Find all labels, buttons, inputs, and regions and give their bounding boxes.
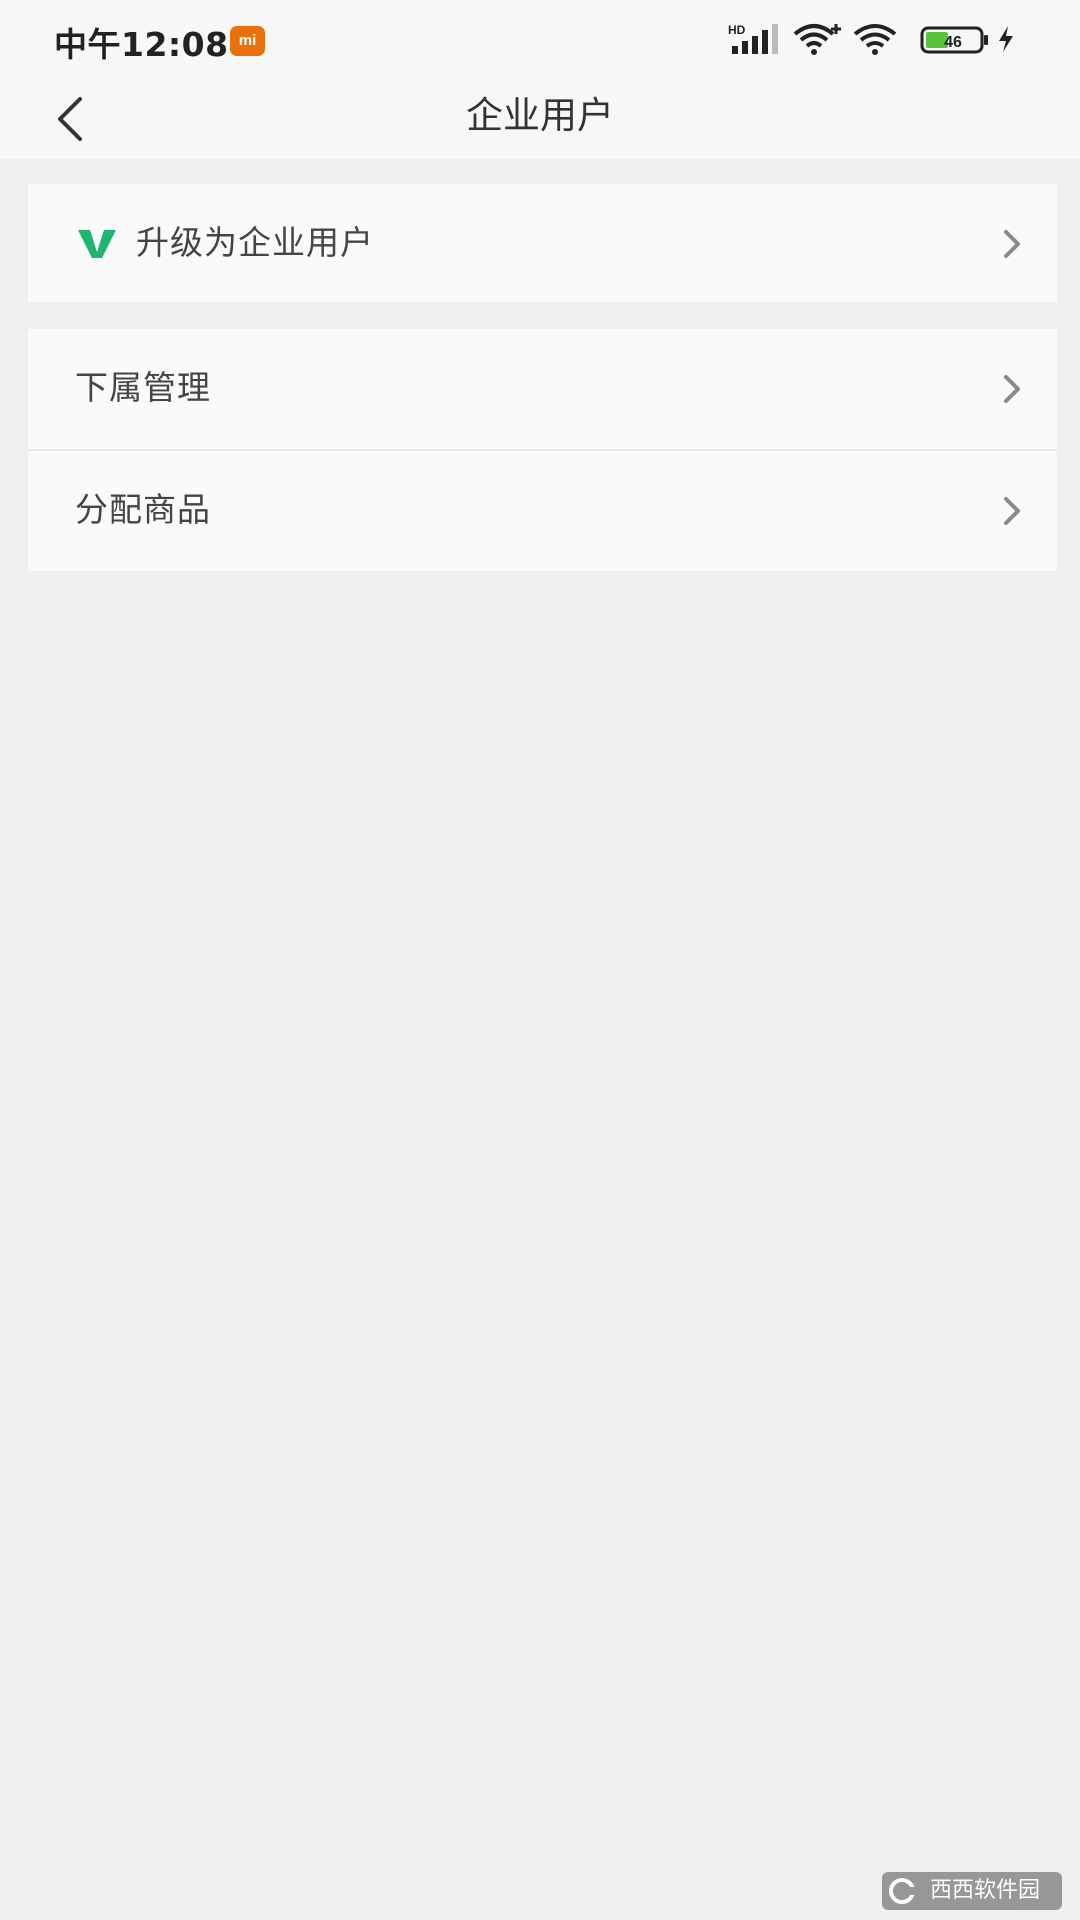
menu-item-assign-goods[interactable]: 分配商品: [28, 451, 1057, 571]
menu-item-label: 分配商品: [75, 490, 211, 529]
status-bar: 中午12:08 mi HD 46: [0, 0, 1080, 78]
menu-item-label: 下属管理: [75, 368, 211, 407]
management-card: 下属管理 分配商品: [28, 329, 1057, 571]
hd-label: HD: [728, 23, 746, 37]
back-button[interactable]: [34, 84, 104, 154]
page-title: 企业用户: [466, 94, 614, 137]
wifi-icon: [853, 24, 897, 55]
mi-badge: mi: [230, 26, 265, 56]
chevron-right-icon: [1004, 497, 1020, 525]
upgrade-label: 升级为企业用户: [136, 223, 374, 262]
wifi-plus-icon: [793, 24, 841, 55]
upgrade-row[interactable]: 升级为企业用户: [28, 184, 1057, 302]
chevron-right-icon: [1004, 230, 1020, 258]
v-badge-icon: [78, 230, 116, 258]
chevron-right-icon: [1004, 375, 1020, 403]
watermark-logo-icon: [889, 1878, 922, 1904]
battery-level: 46: [944, 34, 962, 51]
menu-item-subordinate[interactable]: 下属管理: [28, 329, 1057, 449]
status-icons: HD 46: [728, 22, 1028, 62]
hd-signal-icon: HD: [728, 23, 778, 54]
nav-bar: 企业用户: [0, 78, 1080, 159]
watermark: 西西软件园: [882, 1872, 1062, 1910]
battery-icon: 46: [920, 26, 988, 54]
back-arrow-icon: [58, 97, 82, 141]
watermark-text: 西西软件园: [930, 1878, 1041, 1903]
upgrade-card: 升级为企业用户: [28, 184, 1057, 302]
charging-icon: [999, 26, 1013, 52]
status-time: 中午12:08: [54, 25, 229, 64]
enterprise-user-screen: 中午12:08 mi HD 46 企业用户 升级为企业用户 下属管理 分配商品 …: [0, 0, 1080, 1920]
